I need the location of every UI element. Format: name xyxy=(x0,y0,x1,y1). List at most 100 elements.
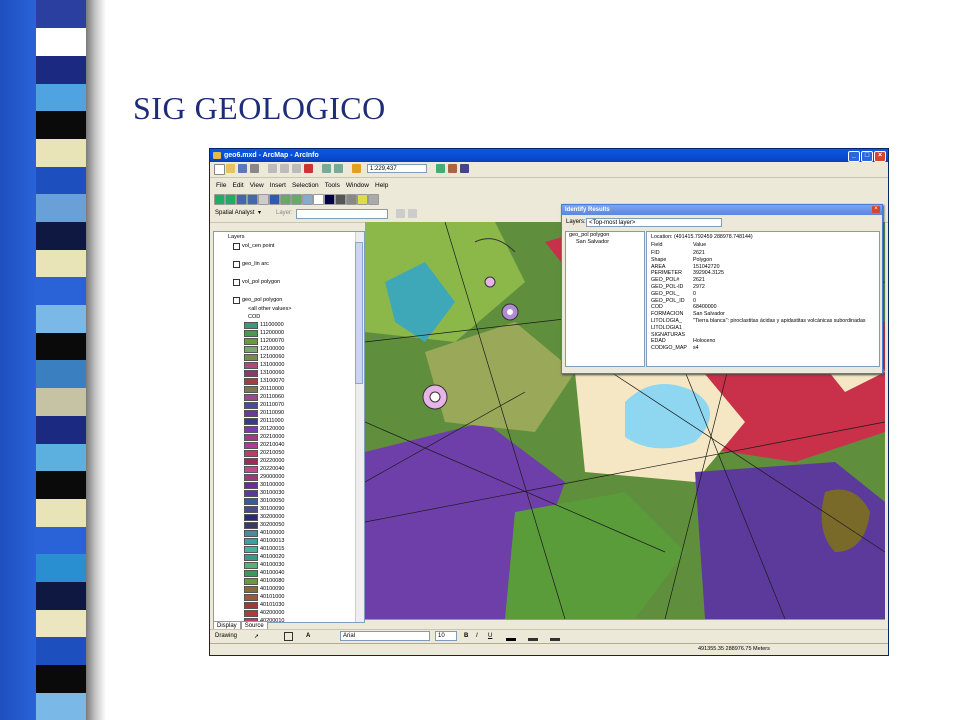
undo-icon[interactable] xyxy=(322,164,331,173)
cut-icon[interactable] xyxy=(268,164,277,173)
identify-close-button[interactable]: × xyxy=(872,206,880,213)
fixed-zoom-out-icon[interactable] xyxy=(247,194,258,205)
font-size-combo[interactable]: 10 xyxy=(435,631,457,641)
line-color-icon[interactable] xyxy=(550,638,560,641)
legend-code: 20220040 xyxy=(260,466,285,472)
rectangle-icon[interactable] xyxy=(284,632,293,641)
decoration-shadow xyxy=(86,0,106,720)
font-combo[interactable]: Arial xyxy=(340,631,430,641)
decoration-block xyxy=(36,692,86,720)
toc-scroll-thumb[interactable] xyxy=(355,242,363,384)
layer-checkbox[interactable] xyxy=(233,243,240,250)
text-tool-icon[interactable]: A xyxy=(306,630,310,642)
decoration-block xyxy=(36,581,86,610)
menu-item-selection[interactable]: Selection xyxy=(292,180,319,192)
zoom-out-icon[interactable] xyxy=(225,194,236,205)
layer-checkbox[interactable] xyxy=(233,297,240,304)
menu-item-tools[interactable]: Tools xyxy=(325,180,340,192)
toc-layer[interactable]: geo_pol polygon xyxy=(242,296,282,304)
legend-code: 11200070 xyxy=(260,338,285,344)
decoration-block xyxy=(36,249,86,278)
legend-code: 40101030 xyxy=(260,602,285,608)
fixed-zoom-in-icon[interactable] xyxy=(236,194,247,205)
bold-button[interactable]: B xyxy=(464,630,468,642)
add-data-icon[interactable] xyxy=(352,164,361,173)
back-extent-icon[interactable] xyxy=(280,194,291,205)
new-file-icon[interactable] xyxy=(214,164,225,175)
legend-swatch xyxy=(244,562,258,569)
decoration-block xyxy=(36,470,86,499)
attribute-value: San Salvador xyxy=(693,311,725,318)
layer-checkbox[interactable] xyxy=(233,261,240,268)
menu-item-edit[interactable]: Edit xyxy=(232,180,243,192)
underline-button[interactable]: U xyxy=(488,630,492,642)
delete-icon[interactable] xyxy=(304,164,313,173)
identify-icon[interactable] xyxy=(324,194,335,205)
attribute-value: 0 xyxy=(693,290,696,297)
go-to-xy-icon[interactable] xyxy=(346,194,357,205)
help-whats-this-icon[interactable] xyxy=(460,164,469,173)
fill-color-icon[interactable] xyxy=(528,638,538,641)
forward-extent-icon[interactable] xyxy=(291,194,302,205)
minimize-button[interactable]: _ xyxy=(848,151,860,162)
drawing-toolbar: Drawing ➚ A Arial 10 B I U xyxy=(210,629,888,642)
map-navigation-bar[interactable] xyxy=(365,619,885,629)
menu-item-window[interactable]: Window xyxy=(346,180,369,192)
find-icon[interactable] xyxy=(335,194,346,205)
layer-checkbox[interactable] xyxy=(233,279,240,286)
contour-icon[interactable] xyxy=(408,209,417,218)
full-extent-icon[interactable] xyxy=(269,194,280,205)
toc-layer[interactable]: geo_lin arc xyxy=(242,260,269,268)
legend-code: 11200000 xyxy=(260,330,285,336)
select-arrow-icon[interactable]: ➚ xyxy=(254,631,262,640)
save-icon[interactable] xyxy=(238,164,247,173)
italic-button[interactable]: I xyxy=(476,630,478,642)
chevron-down-icon[interactable]: ▾ xyxy=(258,209,261,216)
drawing-menu[interactable]: Drawing xyxy=(215,630,237,642)
identify-layers-combo[interactable]: <Top-most layer> xyxy=(586,218,722,227)
identify-tree: geo_pol polygon San Salvador xyxy=(565,231,645,367)
menu-item-insert[interactable]: Insert xyxy=(270,180,286,192)
toc-root-layers[interactable]: Layers xyxy=(228,233,245,241)
toc-layer[interactable]: vol_pol polygon xyxy=(242,278,280,286)
legend-swatch xyxy=(244,434,258,441)
arctoolbox-icon[interactable] xyxy=(448,164,457,173)
menu-item-file[interactable]: File xyxy=(216,180,226,192)
select-elements-icon[interactable] xyxy=(313,194,324,205)
copy-icon[interactable] xyxy=(280,164,289,173)
menu-item-help[interactable]: Help xyxy=(375,180,388,192)
header-value: Value xyxy=(693,242,707,248)
toc-layer[interactable]: vol_cen point xyxy=(242,242,274,250)
tree-root[interactable]: geo_pol polygon xyxy=(566,232,644,239)
attribute-field: EDAD xyxy=(651,338,666,345)
zoom-in-icon[interactable] xyxy=(214,194,225,205)
redo-icon[interactable] xyxy=(334,164,343,173)
font-color-icon[interactable] xyxy=(506,638,516,641)
open-folder-icon[interactable] xyxy=(226,164,235,173)
legend-swatch xyxy=(244,498,258,505)
measure-icon[interactable] xyxy=(357,194,368,205)
legend-code: 40100030 xyxy=(260,562,285,568)
decoration-block xyxy=(36,664,86,693)
layer-combo[interactable] xyxy=(296,209,388,219)
arcmap-window: geo6.mxd - ArcMap - ArcInfo _ □ × 1:229,… xyxy=(209,148,889,656)
legend-swatch xyxy=(244,370,258,377)
close-button[interactable]: × xyxy=(874,151,886,162)
histogram-icon[interactable] xyxy=(396,209,405,218)
print-icon[interactable] xyxy=(250,164,259,173)
maximize-button[interactable]: □ xyxy=(861,151,873,162)
attribute-field: SIGNATURAS xyxy=(651,331,686,338)
spatial-analyst-menu[interactable]: Spatial Analyst xyxy=(215,210,254,216)
menu-item-view[interactable]: View xyxy=(250,180,264,192)
editor-icon[interactable] xyxy=(436,164,445,173)
pan-icon[interactable] xyxy=(258,194,269,205)
toc-scrollbar[interactable] xyxy=(355,232,364,622)
tree-child[interactable]: San Salvador xyxy=(566,239,644,246)
map-scale-combo[interactable]: 1:229,437 xyxy=(367,164,427,173)
paste-icon[interactable] xyxy=(292,164,301,173)
hyperlink-icon[interactable] xyxy=(368,194,379,205)
attribute-field: GEO_POL_ID xyxy=(651,297,685,304)
select-features-icon[interactable] xyxy=(302,194,313,205)
status-bar: 491355.35 288976.75 Meters xyxy=(210,643,888,655)
legend-swatch xyxy=(244,354,258,361)
